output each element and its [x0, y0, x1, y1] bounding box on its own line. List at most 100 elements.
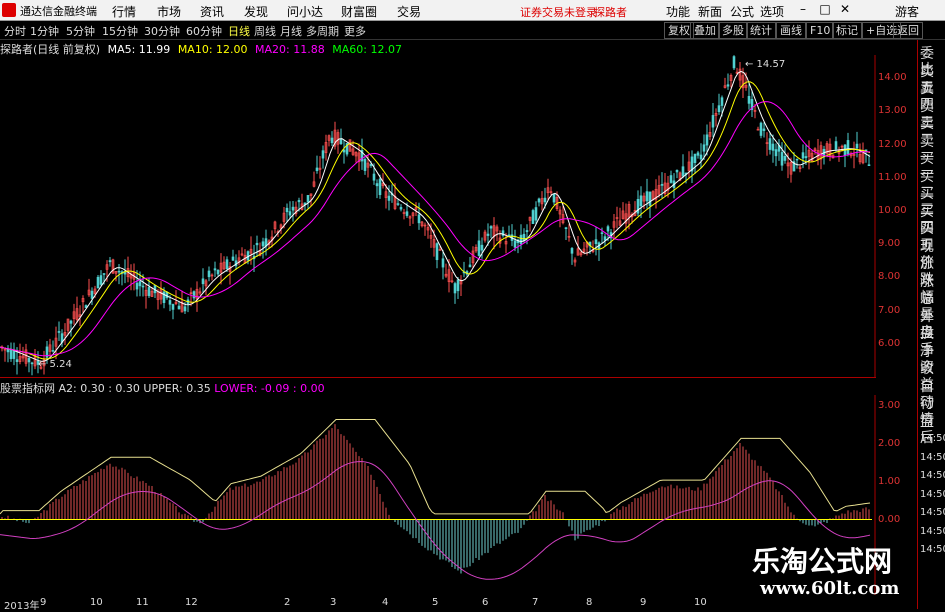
candle-body: [768, 138, 772, 150]
diejia-button[interactable]: 叠加: [690, 22, 720, 39]
candle-body: [846, 140, 850, 155]
candle-body: [9, 348, 13, 360]
candle-body: [147, 287, 151, 297]
side-panel-item: 14:50: [920, 544, 945, 555]
ma5-line: [0, 70, 871, 362]
candle-body: [711, 115, 715, 128]
menu-item-wenxiaoda[interactable]: 问小达: [287, 3, 323, 20]
candle-body: [453, 283, 457, 294]
period-more[interactable]: 更多: [344, 23, 366, 39]
candle-body: [759, 122, 763, 136]
candle-body: [30, 362, 34, 365]
duogu-button[interactable]: 多股: [718, 22, 748, 39]
menu-item-zixun[interactable]: 资讯: [200, 3, 224, 20]
candle-body: [306, 195, 310, 203]
candle-body: [606, 226, 610, 232]
period-30min[interactable]: 30分钟: [144, 23, 180, 39]
y-tick-main: 10.00: [878, 205, 907, 217]
x-tick: 4: [382, 597, 389, 608]
period-5min[interactable]: 5分钟: [66, 23, 95, 39]
x-tick: 10: [694, 597, 707, 608]
side-panel-item: 14:50: [920, 507, 945, 518]
candle-body: [396, 203, 400, 205]
period-1min[interactable]: 1分钟: [30, 23, 59, 39]
candle-body: [177, 305, 181, 310]
menu-gongneng[interactable]: 功能: [666, 3, 690, 20]
candle-body: [378, 178, 382, 196]
minimize-icon[interactable]: –: [796, 2, 810, 16]
x-tick: 3: [330, 597, 337, 608]
y-tick-main: 6.00: [878, 337, 901, 349]
low-price-label: ← 5.24: [38, 359, 72, 370]
f10-button[interactable]: F10: [806, 22, 835, 39]
huaxian-button[interactable]: 画线: [776, 22, 806, 39]
candle-body: [594, 239, 598, 244]
candle-body: [477, 240, 481, 256]
side-panel-item: 14:50: [920, 525, 945, 537]
candle-body: [141, 285, 145, 288]
indicator-name: 股票指标网: [0, 382, 55, 395]
menu-item-jiaoyi[interactable]: 交易: [397, 3, 421, 20]
period-daily[interactable]: 日线: [228, 23, 250, 39]
candle-body: [441, 258, 445, 268]
upper-value: UPPER: 0.35: [143, 382, 211, 395]
candle-body: [522, 233, 526, 241]
close-icon[interactable]: ✕: [838, 2, 852, 16]
candle-body: [525, 230, 529, 233]
candle-body: [57, 331, 61, 333]
period-60min[interactable]: 60分钟: [186, 23, 222, 39]
guest-label[interactable]: 游客: [895, 3, 919, 20]
candle-body: [162, 291, 166, 303]
candle-body: [339, 139, 343, 144]
candle-body: [138, 281, 142, 287]
period-fenshi[interactable]: 分时: [4, 23, 26, 39]
menu-item-shichang[interactable]: 市场: [157, 3, 181, 20]
candle-body: [537, 198, 541, 203]
candle-body: [468, 264, 472, 268]
menu-item-hangqing[interactable]: 行情: [112, 3, 136, 20]
x-tick: 6: [482, 597, 489, 608]
candle-body: [405, 211, 409, 216]
period-15min[interactable]: 15分钟: [102, 23, 138, 39]
candle-body: [699, 154, 703, 160]
menu-xinmian[interactable]: 新面: [698, 3, 722, 20]
candle-body: [720, 97, 724, 106]
candle-body: [804, 156, 808, 159]
menu-gongshi[interactable]: 公式: [730, 3, 754, 20]
period-multi[interactable]: 多周期: [306, 23, 339, 39]
period-toolbar: 分时 1分钟 5分钟 15分钟 30分钟 60分钟 日线 周线 月线 多周期 更…: [0, 21, 945, 40]
maximize-icon[interactable]: □: [818, 2, 832, 16]
candle-body: [705, 134, 709, 146]
watermark-url: www.60lt.com: [760, 578, 900, 599]
back-button[interactable]: 返回: [893, 22, 923, 39]
period-monthly[interactable]: 月线: [280, 23, 302, 39]
candle-body: [168, 300, 172, 305]
candle-body: [774, 149, 778, 157]
menu-item-caifuquan[interactable]: 财富圈: [341, 3, 377, 20]
candle-body: [855, 143, 859, 149]
biaoji-button[interactable]: 标记: [832, 22, 862, 39]
candle-body: [207, 270, 211, 278]
candle-body: [90, 290, 94, 299]
indicator-chart[interactable]: [0, 395, 876, 595]
x-tick: 5: [432, 597, 439, 608]
side-panel-item: 14:50: [920, 470, 945, 481]
menu-item-faxian[interactable]: 发现: [244, 3, 268, 20]
candlestick-chart[interactable]: ← 14.57 ← 5.24: [0, 55, 876, 377]
watermark-title: 乐淘公式网: [752, 545, 893, 578]
candle-body: [417, 214, 421, 224]
trade-login-warning[interactable]: 证券交易未登录: [520, 4, 597, 20]
side-panel-item: 14:50: [920, 451, 945, 463]
candle-body: [375, 183, 379, 187]
y-tick-main: 13.00: [878, 105, 907, 117]
tongji-button[interactable]: 统计: [746, 22, 776, 39]
candle-body: [135, 282, 139, 290]
candle-body: [867, 164, 871, 167]
y-tick-main: 14.00: [878, 72, 907, 84]
candle-body: [783, 155, 787, 161]
menu-xuanxiang[interactable]: 选项: [760, 3, 784, 20]
candle-body: [531, 210, 535, 224]
x-tick: 9: [40, 597, 47, 608]
period-weekly[interactable]: 周线: [254, 23, 276, 39]
candle-body: [330, 137, 334, 144]
